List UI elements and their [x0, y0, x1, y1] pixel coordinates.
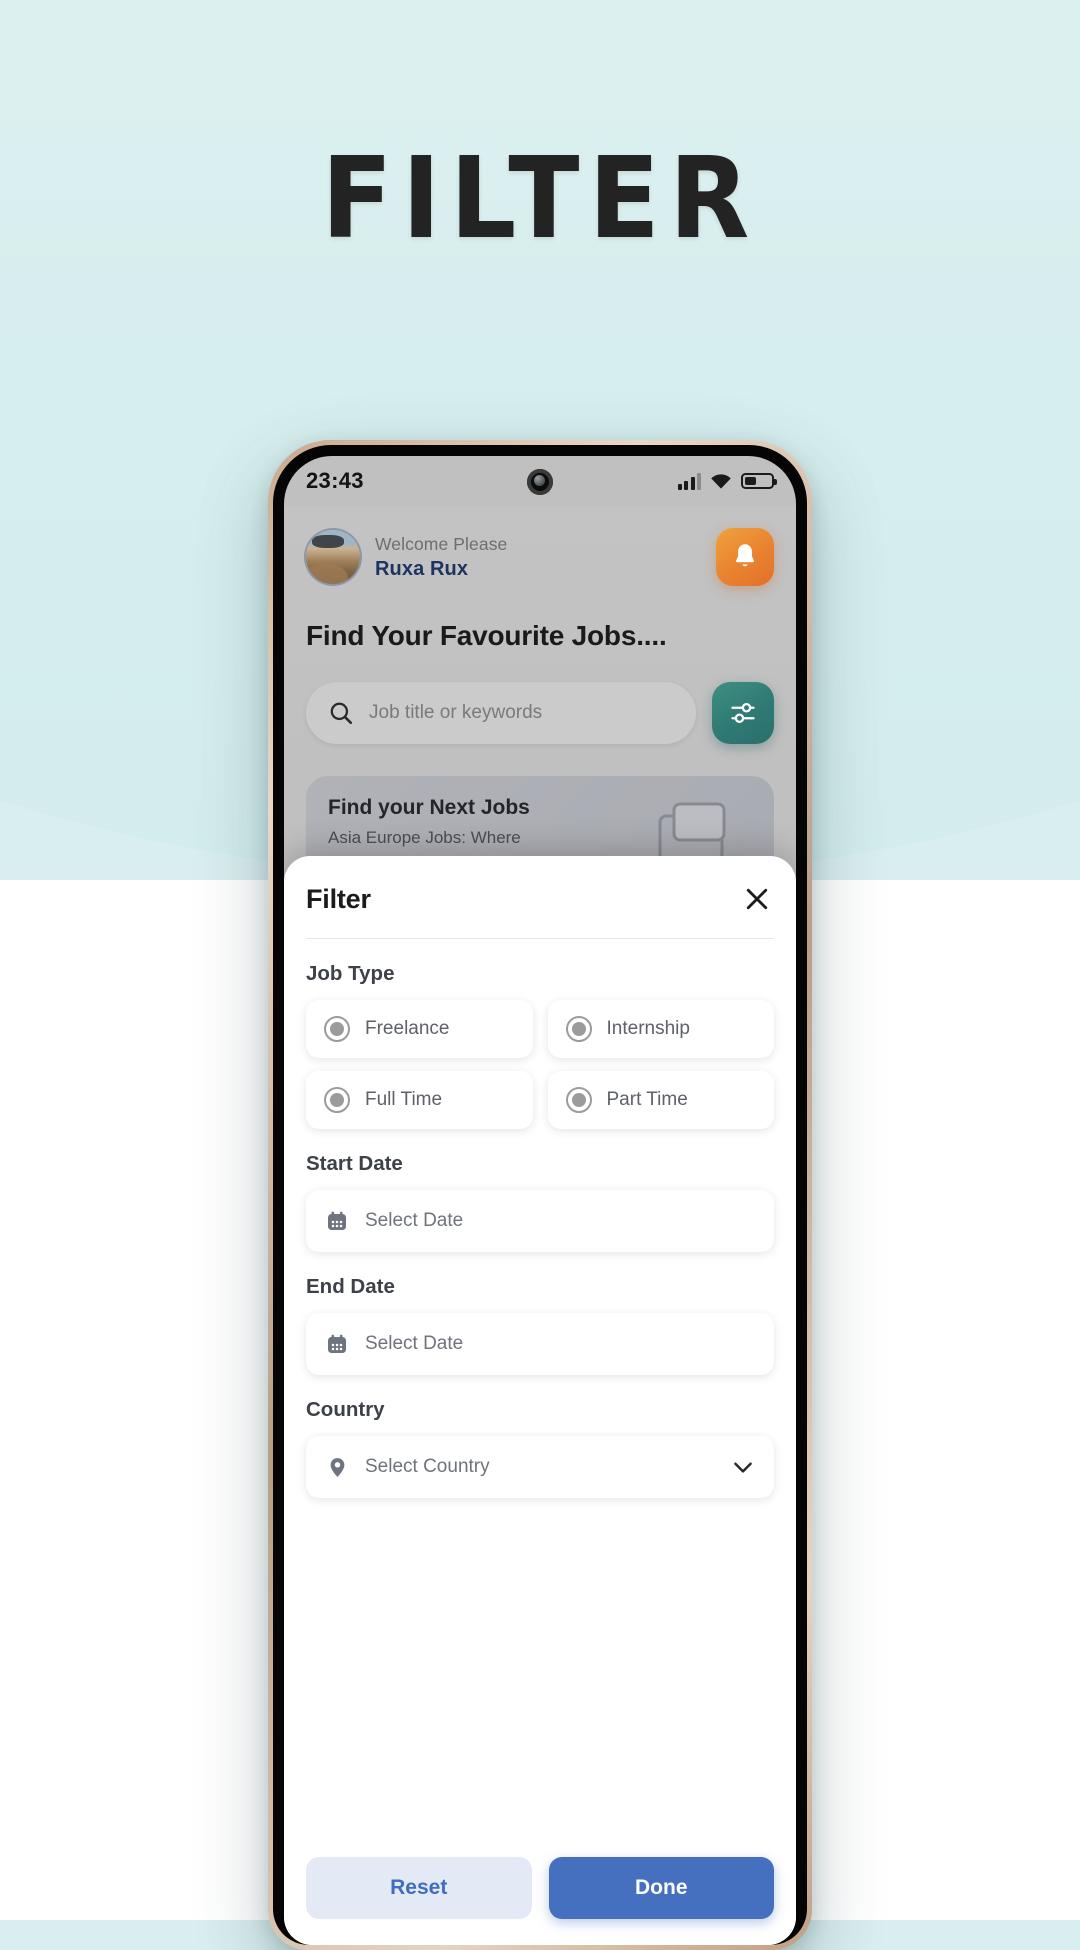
notification-button[interactable]: [716, 528, 774, 586]
option-label: Internship: [606, 1018, 690, 1039]
signal-bars-icon: [677, 472, 701, 490]
sliders-filter-icon: [731, 702, 755, 724]
sheet-actions: Reset Done: [306, 1835, 774, 1945]
search-placeholder: Job title or keywords: [369, 702, 543, 723]
status-time: 23:43: [306, 468, 364, 493]
sheet-title: Filter: [306, 883, 371, 914]
phone-screen: 23:43 Welcome Please Ruxa Rux Find Your …: [284, 456, 796, 1945]
search-input[interactable]: Job title or keywords: [306, 682, 696, 744]
option-full-time[interactable]: Full Time: [306, 1071, 533, 1129]
open-filter-button[interactable]: [712, 682, 774, 744]
calendar-icon: [324, 1208, 350, 1234]
option-internship[interactable]: Internship: [547, 1000, 774, 1058]
chevron-down-icon[interactable]: [730, 1454, 756, 1480]
location-pin-icon: [324, 1454, 350, 1480]
option-label: Full Time: [365, 1089, 443, 1110]
phone-bezel: 23:43 Welcome Please Ruxa Rux Find Your …: [273, 445, 807, 1945]
bell-icon: [735, 544, 755, 567]
user-name: Ruxa Rux: [375, 557, 469, 580]
start-date-label: Start Date: [306, 1152, 403, 1175]
job-type-label: Job Type: [306, 962, 395, 985]
sheet-header: Filter: [306, 856, 774, 939]
calendar-icon: [324, 1331, 350, 1357]
end-date-field[interactable]: Select Date: [306, 1313, 774, 1375]
search-row: Job title or keywords: [306, 682, 774, 744]
filter-bottom-sheet: Filter Job Type Freelance Internship Ful…: [284, 856, 796, 1945]
radio-icon: [565, 1016, 592, 1042]
avatar[interactable]: [306, 530, 360, 584]
search-icon: [330, 702, 353, 725]
job-type-options: Freelance Internship Full Time Part Time: [306, 1000, 774, 1129]
front-camera-punchhole-icon: [527, 469, 553, 495]
reset-button[interactable]: Reset: [306, 1857, 532, 1919]
status-icons: [677, 472, 777, 490]
start-date-placeholder: Select Date: [365, 1210, 464, 1231]
user-text: Welcome Please Ruxa Rux: [375, 534, 507, 581]
option-label: Freelance: [365, 1018, 450, 1039]
country-placeholder: Select Country: [365, 1456, 490, 1477]
end-date-placeholder: Select Date: [365, 1333, 464, 1354]
option-part-time[interactable]: Part Time: [547, 1071, 774, 1129]
country-label: Country: [306, 1398, 385, 1421]
country-select[interactable]: Select Country: [306, 1436, 774, 1498]
option-label: Part Time: [606, 1089, 688, 1110]
app-headline: Find Your Favourite Jobs....: [306, 620, 667, 651]
close-icon: [746, 888, 768, 910]
phone-mockup: 23:43 Welcome Please Ruxa Rux Find Your …: [268, 440, 812, 1950]
user-header: Welcome Please Ruxa Rux: [306, 506, 774, 586]
wifi-icon: [710, 473, 732, 490]
page-title: FILTER: [321, 134, 759, 264]
close-button[interactable]: [740, 882, 774, 916]
end-date-label: End Date: [306, 1275, 395, 1298]
radio-icon: [324, 1016, 350, 1042]
option-freelance[interactable]: Freelance: [306, 1000, 533, 1058]
radio-icon: [324, 1087, 350, 1113]
radio-icon: [565, 1087, 592, 1113]
battery-icon: [741, 473, 777, 489]
done-button[interactable]: Done: [548, 1857, 774, 1919]
welcome-label: Welcome Please: [375, 533, 508, 554]
status-bar: 23:43: [284, 456, 796, 506]
start-date-field[interactable]: Select Date: [306, 1190, 774, 1252]
